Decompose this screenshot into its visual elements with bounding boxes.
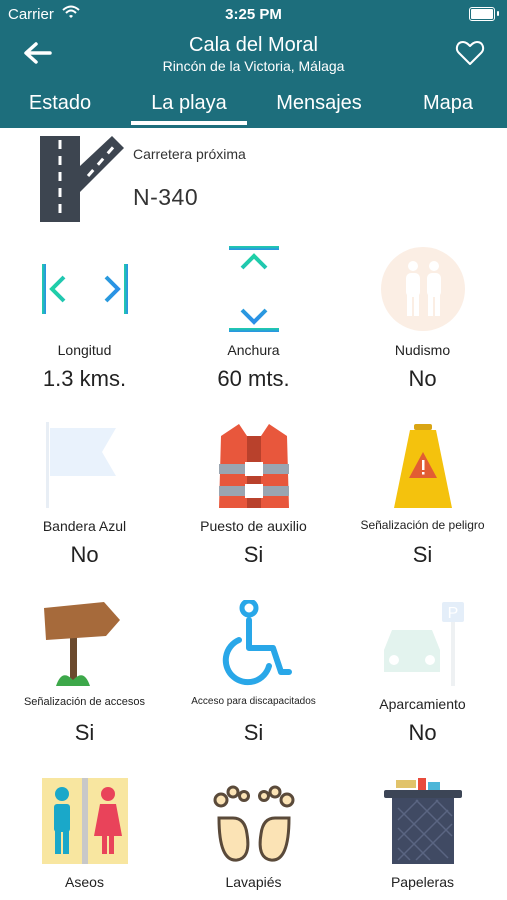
feature-value: Si [74, 720, 95, 745]
header-bar: Carrier 3:25 PM Cala del Moral Rincón de… [0, 0, 507, 128]
feature-value: No [408, 366, 437, 391]
page-subtitle: Rincón de la Victoria, Málaga [162, 58, 345, 74]
feature-value: Si [243, 720, 264, 745]
feature-label: Longitud [57, 342, 112, 358]
feature-value: No [408, 720, 437, 745]
feature-label: Papeleras [390, 874, 455, 890]
feature-label: Aseos [65, 874, 104, 890]
feature-label: Señalización de peligro [360, 518, 485, 532]
feature-label: Puesto de auxilio [200, 518, 307, 534]
feature-label: Lavapiés [225, 874, 282, 890]
tab-bar: Estado La playa Mensajes Mapa [0, 88, 507, 128]
svg-text:P: P [448, 605, 459, 622]
height-arrows-icon [229, 246, 279, 332]
road-junction-icon [40, 136, 124, 222]
life-vest-icon [219, 424, 289, 508]
road-label: Carretera próxima [133, 146, 246, 162]
feature-label: Señalización de accesos [23, 696, 146, 708]
feature-label: Anchura [227, 342, 280, 358]
toilets-icon [42, 778, 128, 864]
tab-mapa[interactable]: Mapa [400, 92, 496, 115]
battery-icon [469, 7, 499, 21]
tab-estado[interactable]: Estado [10, 92, 110, 115]
feature-label: Bandera Azul [42, 518, 127, 534]
tab-mensajes[interactable]: Mensajes [262, 92, 376, 115]
road-value: N-340 [133, 184, 199, 210]
nudism-icon [381, 247, 465, 331]
foot-wash-icon [213, 785, 295, 862]
tab-la-playa[interactable]: La playa [131, 92, 247, 115]
feature-value: 1.3 kms. [42, 366, 127, 391]
feature-label: Nudismo [394, 342, 451, 358]
favorite-heart-icon[interactable] [455, 38, 485, 68]
feature-value: Si [412, 542, 433, 567]
feature-label: Acceso para discapacitados [191, 696, 316, 707]
wheelchair-icon [222, 600, 292, 686]
feature-value: No [70, 542, 99, 567]
signpost-icon [44, 602, 120, 686]
width-arrows-icon [42, 264, 128, 314]
blue-flag-icon [46, 422, 116, 508]
trash-bin-icon [384, 778, 462, 864]
page-title: Cala del Moral [189, 34, 318, 56]
feature-label: Aparcamiento [379, 696, 466, 712]
warning-sign-icon [394, 424, 452, 508]
status-bar: Carrier 3:25 PM [0, 0, 507, 28]
feature-value: 60 mts. [217, 366, 290, 391]
feature-value: Si [243, 542, 264, 567]
parking-icon: P [384, 602, 464, 686]
tab-active-indicator [131, 121, 247, 125]
clock: 3:25 PM [225, 6, 282, 23]
